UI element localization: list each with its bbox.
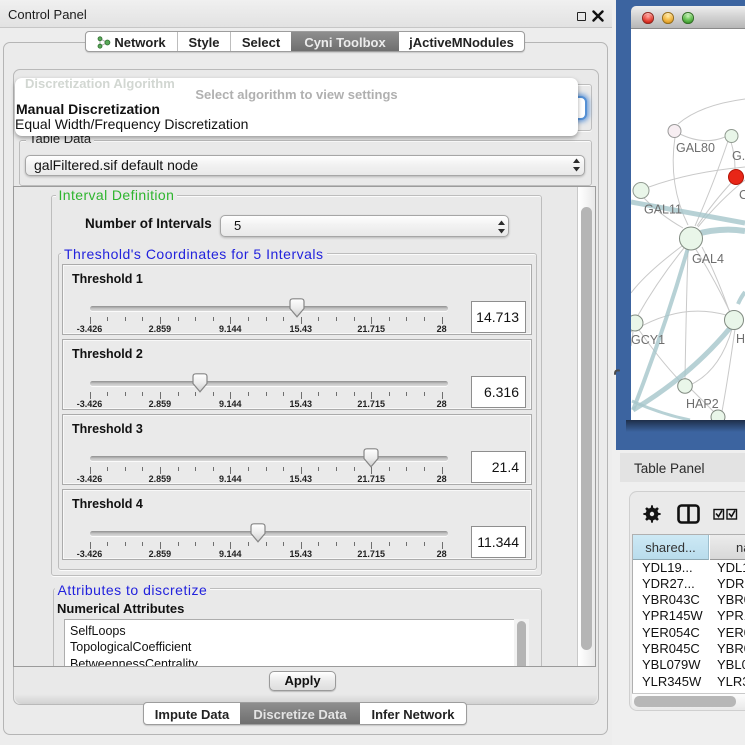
svg-text:H: H xyxy=(736,332,745,346)
svg-text:GAL80: GAL80 xyxy=(676,141,715,155)
svg-text:C: C xyxy=(739,188,745,202)
svg-text:HAP2: HAP2 xyxy=(686,397,719,411)
svg-text:GAL4: GAL4 xyxy=(692,252,724,266)
svg-text:GAL11: GAL11 xyxy=(644,203,682,217)
svg-text:GCY1: GCY1 xyxy=(631,333,665,347)
svg-text:G.: G. xyxy=(732,149,745,163)
